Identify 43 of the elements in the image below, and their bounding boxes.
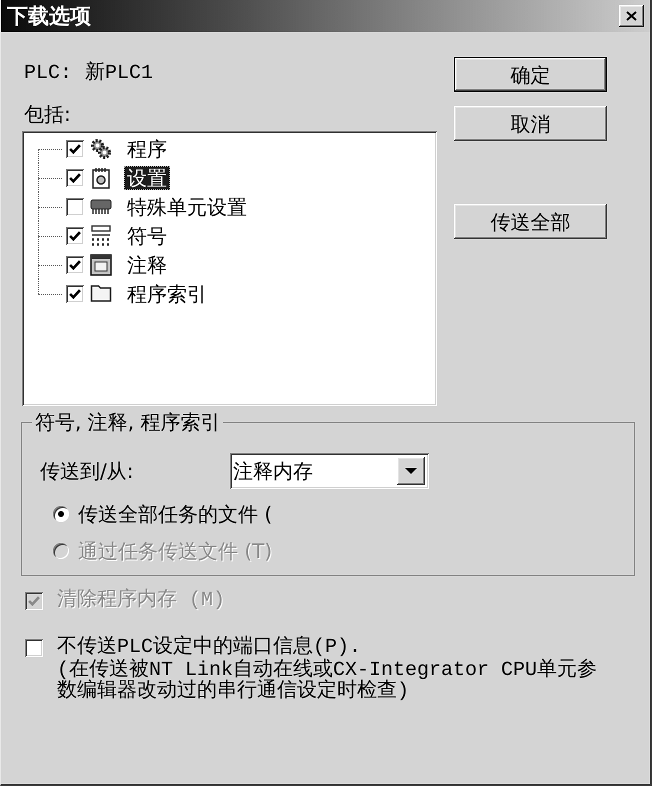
checkmark-icon [69, 288, 81, 298]
close-button[interactable] [619, 5, 644, 27]
checkbox-label[interactable]: 不传送PLC设定中的端口信息(P). [57, 636, 609, 660]
cancel-button[interactable]: 取消 [454, 106, 607, 141]
checkbox[interactable] [66, 284, 84, 302]
notepad-icon [90, 166, 112, 188]
dashed-lines-icon [90, 224, 112, 246]
tree-item-label[interactable]: 特殊单元设置 [124, 194, 250, 218]
window-icon [90, 254, 112, 276]
memory-dropdown[interactable]: 注释内存 [230, 453, 429, 489]
checkmark-icon [69, 172, 81, 182]
checkmark-icon [69, 144, 81, 154]
transfer-all-button[interactable]: 传送全部 [454, 204, 607, 239]
checkbox[interactable] [66, 198, 84, 216]
caret-icon [405, 468, 417, 474]
tree-item-label[interactable]: 设置 [124, 166, 170, 190]
tree-item-label[interactable]: 程序 [124, 136, 170, 160]
checkbox[interactable] [66, 226, 84, 244]
dropdown-arrow-button[interactable] [397, 457, 425, 485]
gears-icon [90, 138, 112, 160]
checkbox[interactable] [66, 256, 84, 274]
checkmark-icon [69, 260, 81, 270]
plc-label: PLC: [24, 62, 72, 86]
window-title: 下载选项 [7, 4, 91, 28]
radio-button[interactable] [53, 506, 69, 522]
checkmark-icon [28, 596, 40, 606]
checkbox[interactable] [66, 140, 84, 158]
plc-name: 新PLC1 [85, 62, 154, 86]
ok-button[interactable]: 确定 [454, 57, 607, 92]
checkbox[interactable] [25, 639, 43, 657]
field-label: 传送到/从: [40, 459, 134, 483]
chip-icon [90, 198, 112, 214]
group-title: 符号, 注释, 程序索引 [34, 411, 222, 433]
hint-text: (在传送被NT Link自动在线或CX-Integrator CPU单元参数编辑器改动过的串行通信设定时检查) [57, 660, 598, 702]
tree-item-label[interactable]: 注释 [124, 252, 170, 276]
tree-item-label[interactable]: 程序索引 [124, 282, 210, 306]
checkbox[interactable] [66, 168, 84, 186]
folder-icon [90, 285, 112, 302]
checkmark-icon [69, 230, 81, 240]
radio-label[interactable]: 传送全部任务的文件 ( [78, 502, 272, 526]
include-label: 包括: [23, 102, 71, 126]
close-icon [626, 11, 637, 21]
tree-item-label[interactable]: 符号 [124, 224, 170, 248]
